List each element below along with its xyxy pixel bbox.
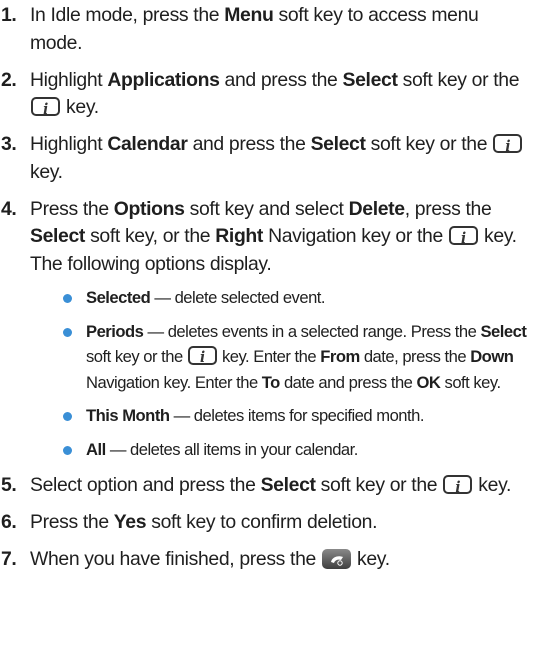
step-number: 4.: [1, 197, 17, 220]
step-text: Press the Yes soft key to confirm deleti…: [30, 511, 377, 533]
text-run: date, press the: [359, 347, 471, 366]
bold-term: To: [261, 372, 281, 392]
bold-term: Delete: [348, 197, 405, 220]
step-3: 3. Highlight Calendar and press the Selec…: [0, 131, 533, 186]
step-5: 5. Select option and press the Select sof…: [0, 472, 533, 500]
delete-option-item: This Month — deletes items for specified…: [30, 403, 533, 429]
bold-term: All: [86, 439, 106, 459]
text-run: soft key.: [440, 372, 502, 392]
text-run: date and press the: [279, 372, 417, 392]
step-number: 3.: [1, 133, 17, 155]
text-run: Press the: [30, 197, 114, 220]
text-run: — deletes events in a selected range. Pr…: [143, 321, 481, 341]
text-run: soft key or the: [397, 68, 520, 91]
info-key-icon: i: [443, 474, 473, 496]
text-run: key.: [30, 160, 63, 183]
step-number: 2.: [1, 68, 17, 91]
delete-option-item: Periods — deletes events in a selected r…: [30, 319, 533, 396]
step-1: 1. In Idle mode, press the Menu soft key …: [0, 2, 533, 57]
text-run: — deletes items for specified month.: [169, 406, 425, 425]
step-4: 4. Press the Options soft key and select …: [0, 196, 533, 463]
bullet-icon: [63, 412, 72, 421]
text-run: soft key, or the: [85, 225, 216, 247]
text-run: key.: [61, 96, 99, 118]
bold-term: Calendar: [107, 133, 188, 155]
bold-term: Menu: [224, 4, 274, 26]
bold-term: Select: [310, 133, 366, 155]
bullet-icon: [63, 445, 72, 455]
step-7: 7. When you have finished, press the key.: [0, 546, 533, 574]
delete-option-item: All — deletes all items in your calendar…: [30, 437, 533, 463]
bold-term: Select: [342, 68, 398, 91]
step-number: 1.: [1, 4, 17, 26]
step-text: Press the Options soft key and select De…: [30, 198, 517, 275]
text-run: key.: [473, 473, 512, 496]
text-run: soft key or the: [315, 473, 443, 496]
text-run: Highlight: [30, 133, 108, 155]
text-run: Highlight: [30, 68, 108, 91]
text-run: and press the: [219, 68, 343, 91]
bold-term: Periods: [86, 321, 144, 341]
bold-term: Options: [113, 197, 185, 220]
text-run: soft key or the: [86, 347, 187, 366]
text-run: and press the: [187, 133, 311, 155]
end-key-icon: [321, 548, 351, 569]
delete-options-list: Selected — delete selected event. Periods…: [30, 285, 533, 462]
step-text: Highlight Calendar and press the Select …: [30, 133, 523, 183]
bold-term: Selected: [86, 288, 151, 307]
text-run: — deletes all items in your calendar.: [105, 439, 359, 459]
bold-term: Select: [30, 225, 86, 247]
text-run: , press the: [404, 197, 492, 220]
info-key-icon: i: [448, 226, 478, 247]
text-run: Navigation key or the: [263, 225, 448, 247]
step-number: 7.: [1, 547, 17, 570]
bold-term: This Month: [86, 406, 170, 425]
bold-term: Down: [470, 347, 514, 366]
text-run: soft key to confirm deletion.: [146, 510, 378, 533]
delete-option-item: Selected — delete selected event.: [30, 285, 533, 311]
bullet-icon: [63, 294, 72, 303]
text-run: key. Enter the: [217, 347, 321, 366]
step-number: 5.: [1, 473, 17, 496]
bold-term: Applications: [107, 68, 220, 91]
text-run: Navigation key. Enter the: [86, 372, 262, 392]
step-text: Highlight Applications and press the Sel…: [30, 69, 519, 119]
info-key-icon: i: [31, 97, 60, 118]
text-run: — delete selected event.: [150, 288, 326, 307]
step-2: 2. Highlight Applications and press the S…: [0, 67, 533, 122]
step-number: 6.: [1, 510, 17, 533]
text-run: soft key and select: [184, 197, 349, 220]
text-run: In Idle mode, press the: [30, 4, 225, 26]
bold-term: Select: [260, 473, 316, 496]
step-6: 6. Press the Yes soft key to confirm dele…: [0, 509, 533, 537]
bold-term: Select: [480, 321, 527, 341]
text-run: Press the: [30, 510, 114, 533]
step-text: Select option and press the Select soft …: [30, 474, 511, 496]
manual-page: 1. In Idle mode, press the Menu soft key …: [0, 0, 533, 647]
text-run: soft key or the: [365, 133, 493, 155]
bullet-icon: [63, 327, 72, 337]
info-key-icon: i: [493, 134, 523, 155]
text-run: key.: [351, 547, 390, 570]
step-text: When you have finished, press the key.: [30, 548, 390, 570]
text-run: When you have finished, press the: [30, 547, 321, 570]
bold-term: Right: [215, 225, 264, 247]
instruction-steps: 1. In Idle mode, press the Menu soft key …: [0, 2, 533, 583]
bold-term: Yes: [113, 510, 147, 533]
bold-term: OK: [416, 372, 441, 392]
bold-term: From: [320, 347, 360, 366]
text-run: Select option and press the: [30, 473, 261, 496]
step-text: In Idle mode, press the Menu soft key to…: [30, 4, 479, 54]
info-key-icon: i: [187, 346, 217, 366]
